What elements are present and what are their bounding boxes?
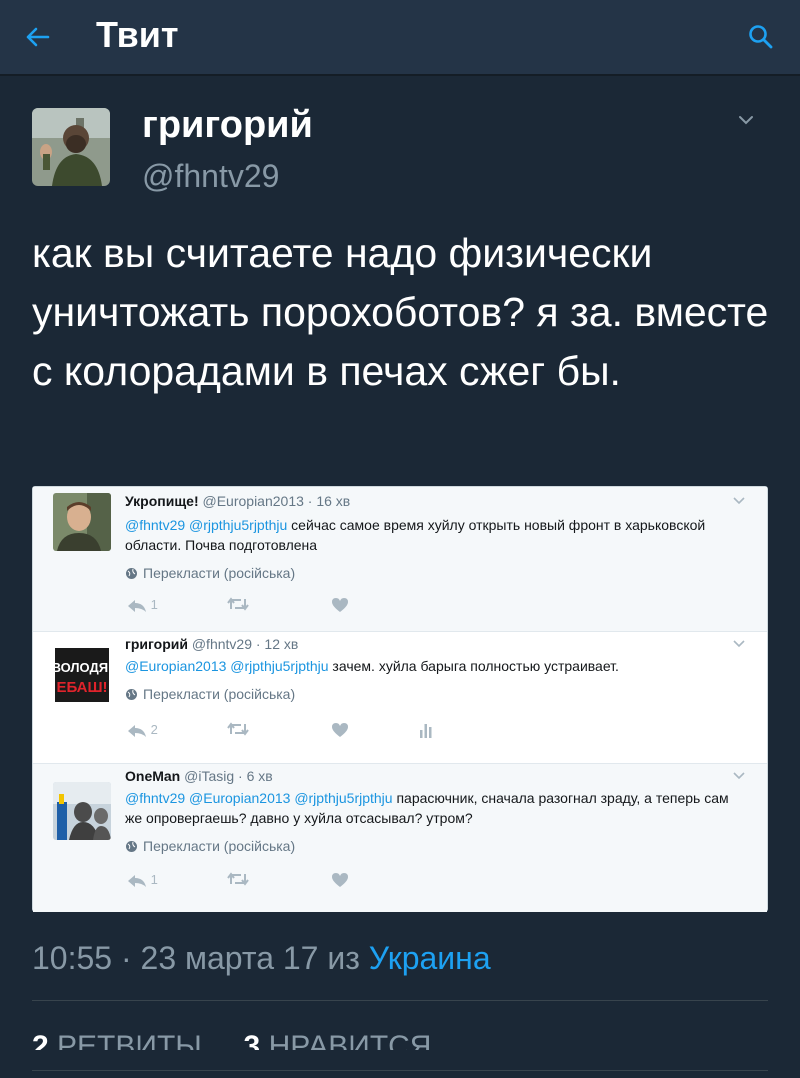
search-icon[interactable] (746, 22, 776, 52)
globe-icon (126, 841, 137, 852)
reply-icon (128, 599, 146, 612)
tweet-location-link[interactable]: Украина (369, 940, 491, 976)
reply-mentions: @fhntv29 @Europian2013 @rjpthju5rjpthju (125, 790, 393, 806)
chevron-down-icon (733, 497, 745, 505)
tweet-stats: 2 РЕТВИТЫ 3 НРАВИТСЯ (32, 1030, 431, 1050)
reply-author-name: григорий (125, 636, 188, 652)
translate-link: Перекласти (російська) (143, 565, 296, 581)
reply-meta: @Europian2013 · 16 хв (202, 493, 351, 509)
avatar (53, 493, 111, 551)
reply-count: 1 (150, 872, 158, 887)
translate-link: Перекласти (російська) (143, 838, 296, 854)
globe-icon (126, 689, 137, 700)
chevron-down-icon (733, 640, 745, 648)
top-bar: Твит (0, 0, 800, 76)
author-handle[interactable]: @fhntv29 (142, 158, 279, 195)
reply-text: зачем. хуйла барыга полностью устраивает… (328, 658, 619, 674)
heart-icon (332, 723, 348, 737)
retweets-label[interactable]: РЕТВИТЫ (57, 1030, 202, 1050)
analytics-icon (420, 724, 432, 738)
list-item: OneMan @iTasig · 6 хв @fhntv29 @Europian… (33, 763, 767, 912)
avatar (53, 782, 111, 840)
reply-count: 2 (150, 722, 158, 737)
tweet-time: 10:55 · 23 марта 17 из (32, 940, 369, 976)
retweets-count[interactable]: 2 (32, 1030, 49, 1050)
globe-icon (126, 568, 137, 579)
retweet-icon (227, 597, 249, 611)
reply-count: 1 (150, 597, 158, 612)
heart-icon (332, 598, 348, 612)
page-title: Твит (96, 14, 179, 55)
tweet-timestamp: 10:55 · 23 марта 17 из Украина (32, 940, 491, 977)
list-item: ВОЛОДЯ! ЕБАШ! григорий @fhntv29 · 12 хв … (33, 631, 767, 764)
reply-icon (128, 874, 146, 887)
likes-label[interactable]: НРАВИТСЯ (269, 1030, 432, 1050)
author-name[interactable]: григорий (142, 104, 313, 147)
reply-meta: @fhntv29 · 12 хв (191, 636, 299, 652)
retweet-icon (227, 872, 249, 886)
likes-count[interactable]: 3 (244, 1030, 261, 1050)
translate-link: Перекласти (російська) (143, 686, 296, 702)
back-arrow-icon[interactable] (22, 22, 52, 52)
reply-author-name: Укропище! (125, 493, 199, 509)
avatar-text-1: ВОЛОДЯ! (53, 660, 111, 675)
avatar: ВОЛОДЯ! ЕБАШ! (53, 646, 111, 704)
tweet-text: как вы считаете надо физически уничтожат… (32, 230, 769, 394)
reply-author-name: OneMan (125, 768, 181, 784)
reply-icon (128, 724, 146, 737)
reply-meta: @iTasig · 6 хв (184, 768, 273, 784)
author-avatar[interactable] (32, 108, 110, 186)
tweet-image[interactable]: Укропище! @Europian2013 · 16 хв @fhntv29… (32, 486, 768, 912)
retweet-icon (227, 722, 249, 736)
chevron-down-icon[interactable] (736, 110, 756, 130)
list-item: Укропище! @Europian2013 · 16 хв @fhntv29… (33, 487, 767, 631)
divider (32, 1000, 768, 1001)
reply-mentions: @fhntv29 @rjpthju5rjpthju (125, 517, 288, 533)
avatar-text-2: ЕБАШ! (56, 679, 107, 696)
chevron-down-icon (733, 772, 745, 780)
heart-icon (332, 873, 348, 887)
divider (32, 1070, 768, 1071)
reply-mentions: @Europian2013 @rjpthju5rjpthju (125, 658, 329, 674)
